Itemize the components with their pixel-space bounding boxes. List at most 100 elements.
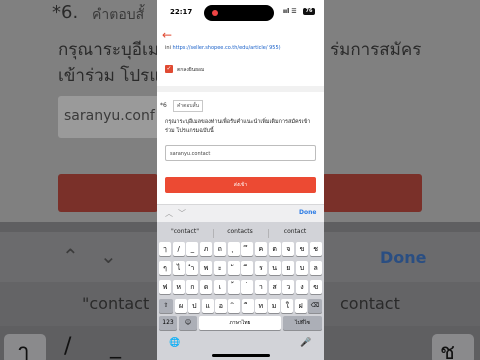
key[interactable]: ส (268, 280, 281, 294)
recording-dot-icon (212, 10, 218, 16)
consent-label: ตกลงยินยอม (177, 67, 205, 73)
key[interactable]: ง (296, 280, 308, 294)
key-row-4: ⇧ ⌫ ผปแอิืทมใฝ (157, 299, 324, 313)
bg-key-left-char: / (64, 334, 72, 359)
key[interactable]: ฝ (294, 299, 307, 313)
key[interactable]: ถ (213, 242, 226, 256)
bg-line1: กรุณาระบุอีเมล (58, 40, 170, 60)
key[interactable]: บ (296, 261, 308, 275)
key[interactable]: ห (172, 280, 185, 294)
key[interactable]: ภ (200, 242, 213, 256)
key[interactable]: ่ (241, 280, 254, 294)
key[interactable]: ล (309, 261, 322, 275)
dynamic-island (204, 5, 274, 21)
key[interactable]: ุ (227, 242, 240, 256)
question-text: กรุณาระบุอีเมลของท่านเพื่อรับคำแนะนำเพิ่… (165, 119, 311, 134)
bg-up-chevron-icon: ⌃ (62, 244, 79, 268)
return-key[interactable]: ไปที่ไซ (283, 316, 322, 330)
key[interactable]: อ (214, 299, 227, 313)
key[interactable]: ต (268, 242, 281, 256)
key-row-bottom: 123 ☺ ภาษาไทย ไปที่ไซ (157, 316, 324, 332)
key[interactable]: ฃ (309, 280, 322, 294)
key[interactable]: ก (186, 280, 199, 294)
key[interactable]: ี (241, 261, 254, 275)
emoji-key[interactable]: ☺ (179, 316, 197, 330)
key[interactable]: ว (282, 280, 295, 294)
key[interactable]: ป (188, 299, 201, 313)
status-time: 22:17 (170, 8, 193, 16)
thai-keyboard: "contact" contacts contact ๅ/_ภถุึคตจขช … (157, 222, 324, 360)
key[interactable]: ไ (172, 261, 185, 275)
key[interactable]: ข (296, 242, 308, 256)
section-divider (157, 86, 324, 92)
key[interactable]: ย (282, 261, 295, 275)
key[interactable]: ิ (228, 299, 241, 313)
submit-button[interactable]: ส่งเข้า (165, 177, 316, 193)
done-button[interactable]: Done (299, 209, 316, 216)
next-field-chevron-icon[interactable]: ﹀ (178, 208, 186, 219)
home-indicator[interactable] (212, 354, 270, 357)
article-link[interactable]: https://seller.shopee.co.th/edu/article/… (173, 45, 281, 51)
bg-down-chevron-icon: ⌄ (100, 244, 117, 268)
suggestion-bar: "contact" contacts contact (157, 226, 324, 240)
key[interactable]: ค (254, 242, 267, 256)
key[interactable]: ะ (213, 261, 226, 275)
numbers-key[interactable]: 123 (159, 316, 177, 330)
bg-key-left-char2: _ (110, 334, 121, 359)
keyboard-accessory-bar: ︿ ﹀ Done (157, 204, 324, 223)
keyboard-bottom-icons: 🌐 🎤 (157, 336, 324, 352)
bg-suggestion-right: contact (340, 294, 400, 313)
key-row-2: ๆไำพะัีรนยบล (157, 261, 324, 275)
bg-line1-right: ร่มการสมัคร (330, 40, 422, 60)
globe-icon[interactable]: 🌐 (169, 338, 180, 348)
key[interactable]: จ (282, 242, 295, 256)
microphone-icon[interactable]: 🎤 (300, 338, 311, 348)
key-row-3: ฟหกดเ้่าสวงฃ (157, 280, 324, 294)
bg-question-number: *6. (52, 2, 79, 23)
bg-suggestion-left: "contact (82, 294, 150, 313)
key[interactable]: น (268, 261, 281, 275)
shift-key[interactable]: ⇧ (159, 299, 173, 313)
key[interactable]: ๆ (159, 261, 171, 275)
question-type-tag: คำตอบสั้น (173, 100, 204, 112)
key[interactable]: ใ (281, 299, 294, 313)
key[interactable]: ั (227, 261, 240, 275)
key[interactable]: ช (309, 242, 322, 256)
back-arrow-icon[interactable]: ← (162, 28, 172, 42)
key[interactable]: ผ (175, 299, 187, 313)
bg-input-value: saranyu.conf (64, 108, 155, 124)
key[interactable]: ึ (241, 242, 254, 256)
bg-key-left-label: ๅ (18, 340, 29, 360)
key[interactable]: _ (186, 242, 199, 256)
delete-key[interactable]: ⌫ (308, 299, 322, 313)
key[interactable]: ื (241, 299, 254, 313)
key[interactable]: า (254, 280, 267, 294)
key-row-1: ๅ/_ภถุึคตจขช (157, 242, 324, 256)
key[interactable]: แ (201, 299, 214, 313)
suggestion-item[interactable]: contacts (215, 228, 265, 235)
suggestion-divider (268, 229, 269, 238)
previous-field-chevron-icon[interactable]: ︿ (165, 208, 173, 219)
key[interactable]: ฟ (159, 280, 171, 294)
phone-screen: 22:17 ııl ☰ 76 ← ini https://seller.shop… (157, 0, 324, 360)
email-answer-input[interactable]: saranyu.contact (165, 145, 316, 161)
checkbox-checked-icon[interactable]: ✓ (165, 65, 173, 73)
suggestion-item[interactable]: contact (270, 228, 320, 235)
key[interactable]: ๅ (159, 242, 171, 256)
key[interactable]: / (172, 242, 185, 256)
key[interactable]: ้ (227, 280, 240, 294)
key[interactable]: ร (254, 261, 267, 275)
key[interactable]: พ (200, 261, 213, 275)
signal-wifi-icon: ııl ☰ (283, 8, 297, 15)
space-key[interactable]: ภาษาไทย (199, 316, 281, 330)
bg-done: Done (380, 248, 427, 267)
key[interactable]: ด (200, 280, 213, 294)
key[interactable]: ท (254, 299, 267, 313)
suggestion-item[interactable]: "contact" (160, 228, 210, 235)
link-prefix: ini (165, 45, 171, 51)
key[interactable]: ม (268, 299, 281, 313)
key[interactable]: เ (213, 280, 226, 294)
bg-tag: คำตอบสั้ (92, 7, 145, 23)
key[interactable]: ำ (186, 261, 199, 275)
battery-icon: 76 (303, 8, 315, 15)
